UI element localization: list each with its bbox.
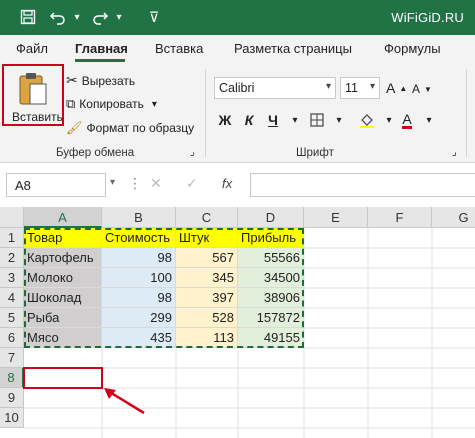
- row-header-7[interactable]: 7: [0, 348, 24, 368]
- paste-label: Вставить: [12, 110, 63, 124]
- column-header-f[interactable]: F: [368, 207, 432, 228]
- font-size-value: 11: [345, 81, 358, 95]
- redo-dropdown-icon[interactable]: ▾: [112, 6, 126, 28]
- format-painter-label: Формат по образцу: [86, 121, 195, 135]
- worksheet-grid: A B C D E F G 1 2 3 4 5 6 7 8 9 10 Товар…: [0, 207, 475, 438]
- chevron-down-icon: ▾: [325, 81, 331, 92]
- tab-home[interactable]: Главная: [75, 41, 128, 56]
- font-size-select[interactable]: 11 ▾: [340, 77, 380, 99]
- cancel-icon[interactable]: ✕: [150, 175, 162, 192]
- underline-dropdown-icon[interactable]: ▾: [284, 109, 306, 131]
- scissors-icon: ✂: [66, 72, 78, 88]
- row-header-5[interactable]: 5: [0, 308, 24, 328]
- undo-icon[interactable]: [46, 6, 70, 28]
- column-header-b[interactable]: B: [102, 207, 176, 228]
- column-header-a[interactable]: A: [24, 207, 102, 228]
- brush-icon: 🖌: [66, 120, 83, 135]
- arrow-icon: [104, 388, 145, 415]
- column-header-c[interactable]: C: [176, 207, 238, 228]
- font-name-select[interactable]: Calibri ▾: [214, 77, 336, 99]
- font-color-dropdown-icon[interactable]: ▾: [418, 109, 440, 131]
- font-launcher-icon[interactable]: ⌟: [452, 147, 457, 158]
- copy-icon: ⧉: [66, 96, 76, 111]
- save-icon[interactable]: [16, 6, 40, 28]
- row-header-8[interactable]: 8: [0, 368, 24, 388]
- font-name-value: Calibri: [219, 81, 255, 95]
- font-color-icon[interactable]: A: [396, 109, 418, 131]
- increase-font-icon[interactable]: A ▲: [386, 80, 407, 96]
- ribbon-tabs: Файл Главная Вставка Разметка страницы Ф…: [0, 35, 475, 63]
- row-header-9[interactable]: 9: [0, 388, 24, 408]
- clipboard-group-label: Буфер обмена: [56, 147, 135, 159]
- gridlines: [24, 228, 475, 438]
- tab-file[interactable]: Файл: [16, 41, 48, 56]
- site-watermark: WiFiGiD.RU: [391, 10, 464, 25]
- group-separator: [205, 69, 206, 157]
- row-header-3[interactable]: 3: [0, 268, 24, 288]
- cut-button[interactable]: ✂ Вырезать: [66, 72, 135, 89]
- name-box[interactable]: A8: [6, 173, 106, 197]
- borders-dropdown-icon[interactable]: ▾: [328, 109, 350, 131]
- paste-icon: [19, 73, 47, 105]
- title-bar: ▾ ▾ ⊽ WiFiGiD.RU: [0, 0, 475, 35]
- row-header-6[interactable]: 6: [0, 328, 24, 348]
- column-header-g[interactable]: G: [432, 207, 475, 228]
- insert-function-icon[interactable]: fx: [222, 176, 232, 191]
- row-header-1[interactable]: 1: [0, 228, 24, 248]
- tab-page-layout[interactable]: Разметка страницы: [234, 41, 352, 56]
- font-color-letter: A: [402, 110, 412, 129]
- row-header-10[interactable]: 10: [0, 408, 24, 428]
- select-all-button[interactable]: [0, 207, 24, 228]
- column-header-e[interactable]: E: [304, 207, 368, 228]
- active-tab-indicator: [75, 59, 125, 62]
- clipboard-launcher-icon[interactable]: ⌟: [190, 147, 195, 158]
- tab-insert[interactable]: Вставка: [155, 41, 203, 56]
- formula-bar: A8 ▾ ⋮ ✕ ✓ fx: [0, 163, 475, 203]
- bold-button[interactable]: Ж: [214, 109, 236, 131]
- enter-icon[interactable]: ✓: [186, 175, 198, 192]
- ribbon: Вставить ✂ Вырезать ⧉ Копировать ▾ 🖌 Фор…: [0, 63, 475, 163]
- copy-button[interactable]: ⧉ Копировать ▾: [66, 96, 157, 112]
- row-header-2[interactable]: 2: [0, 248, 24, 268]
- underline-button[interactable]: Ч: [262, 109, 284, 131]
- customize-toolbar-icon[interactable]: ⊽: [144, 6, 164, 28]
- redo-icon[interactable]: [88, 6, 112, 28]
- italic-button[interactable]: К: [238, 109, 260, 131]
- decrease-font-icon[interactable]: A ▼: [412, 82, 432, 96]
- copy-label: Копировать: [79, 97, 144, 111]
- format-painter-button[interactable]: 🖌 Формат по образцу: [66, 120, 194, 136]
- tab-formulas[interactable]: Формулы: [384, 41, 441, 56]
- chevron-down-icon: ▾: [369, 81, 375, 92]
- chevron-down-icon: ▾: [151, 98, 157, 110]
- column-header-d[interactable]: D: [238, 207, 304, 228]
- formula-input[interactable]: [250, 173, 475, 197]
- paste-button[interactable]: Вставить: [2, 64, 64, 126]
- font-group-label: Шрифт: [296, 147, 334, 159]
- row-header-4[interactable]: 4: [0, 288, 24, 308]
- group-separator: [466, 69, 467, 157]
- undo-dropdown-icon[interactable]: ▾: [70, 6, 84, 28]
- more-options-icon: ⋮: [128, 175, 142, 191]
- fill-color-icon[interactable]: [356, 109, 378, 131]
- borders-icon[interactable]: [306, 109, 328, 131]
- cut-label: Вырезать: [81, 73, 136, 88]
- namebox-dropdown-icon[interactable]: ▾: [110, 177, 115, 188]
